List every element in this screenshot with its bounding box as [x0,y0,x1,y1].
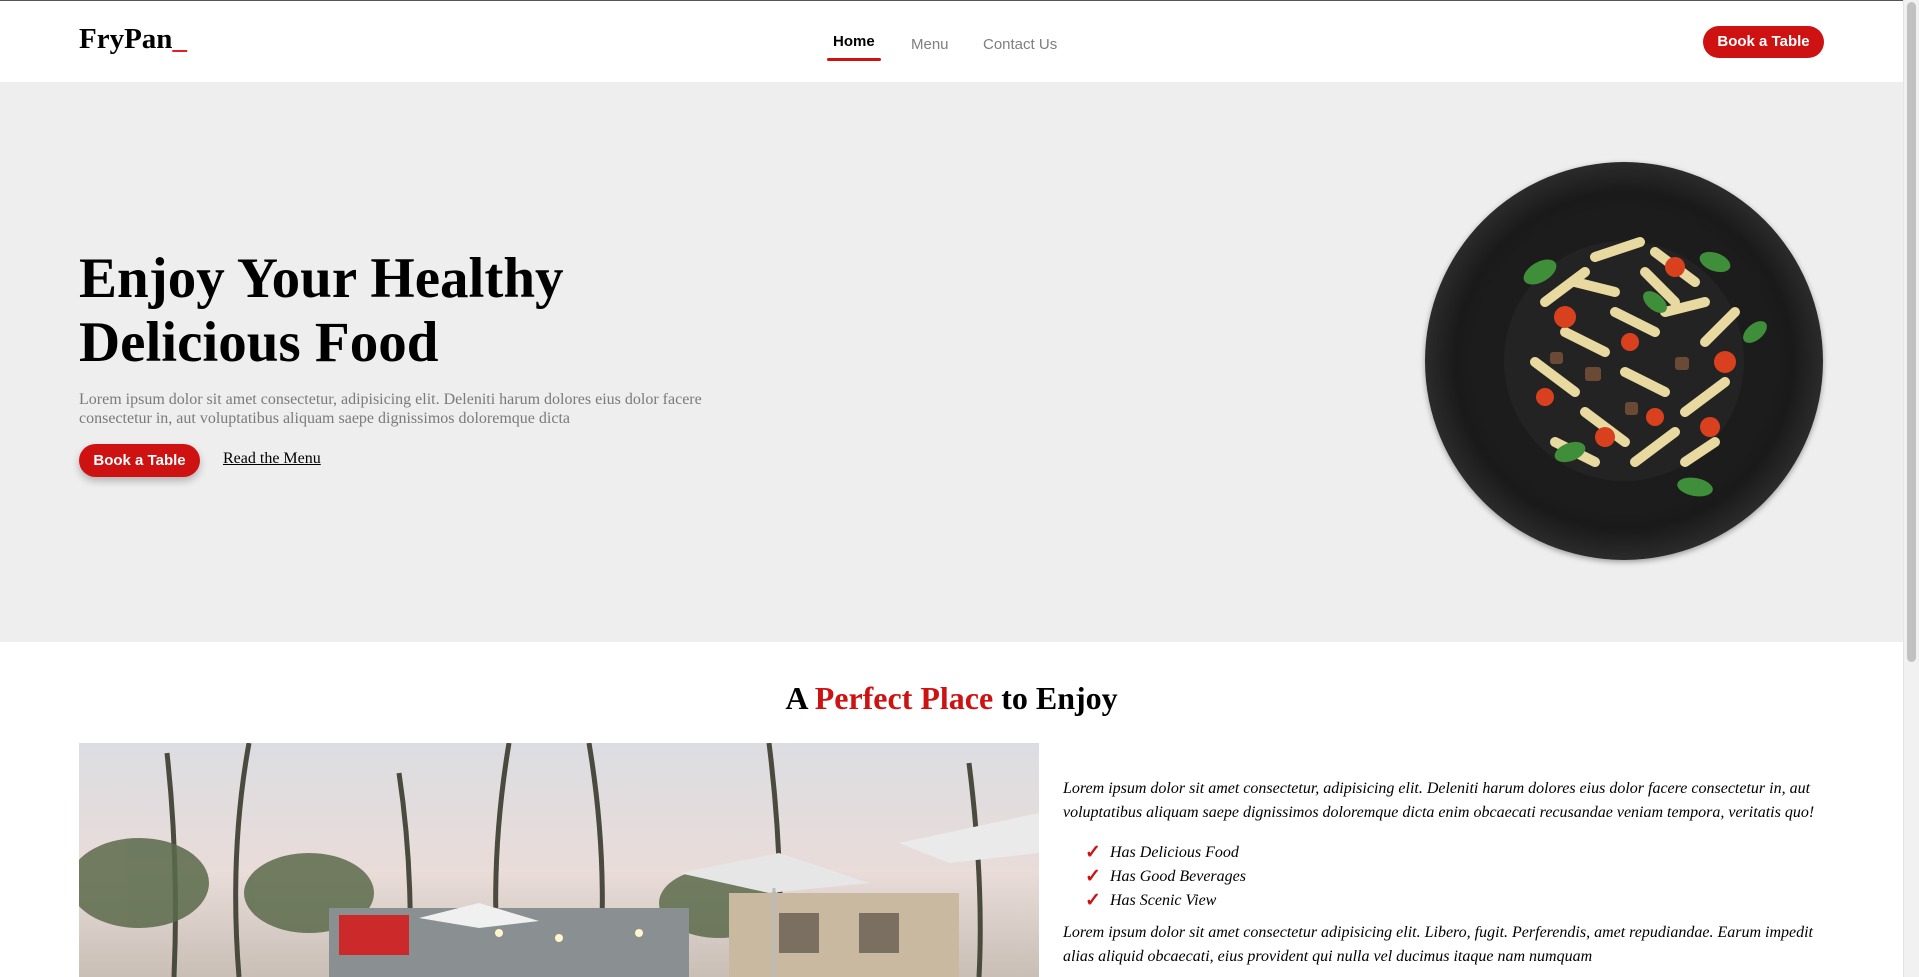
features-list: ✓ Has Delicious Food ✓ Has Good Beverages … [1085,841,1843,913]
hero-title: Enjoy Your Healthy Delicious Food [79,247,564,374]
about-paragraph-1: Lorem ipsum dolor sit amet consectetur, … [1063,780,1815,821]
venue-illustration [79,743,1039,977]
nav-home[interactable]: Home [827,33,881,61]
logo-text: FryPan [79,23,173,55]
restaurant-venue-image [79,743,1039,977]
feature-label: Has Good Beverages [1110,868,1246,885]
feature-label: Has Delicious Food [1110,844,1239,861]
nav-menu[interactable]: Menu [911,36,949,53]
page: FryPan_ Home Menu Contact Us Book a Tabl… [0,0,1903,977]
hero-section: Enjoy Your Healthy Delicious Food Lorem … [0,82,1903,642]
about-paragraph-2: Lorem ipsum dolor sit amet consectetur a… [1063,924,1813,965]
vertical-scrollbar[interactable] [1903,0,1919,977]
logo[interactable]: FryPan_ [79,23,187,56]
checkmark-icon: ✓ [1085,866,1101,887]
list-item: ✓ Has Delicious Food [1085,841,1843,865]
list-item: ✓ Has Good Beverages [1085,865,1843,889]
site-header: FryPan_ Home Menu Contact Us Book a Tabl… [0,1,1903,82]
about-content: Lorem ipsum dolor sit amet consectetur, … [1063,777,1843,969]
read-menu-link[interactable]: Read the Menu [223,450,321,468]
list-item: ✓ Has Scenic View [1085,889,1843,913]
nav-contact-us[interactable]: Contact Us [983,36,1057,53]
pasta-illustration [1474,211,1774,511]
hero-book-table-button[interactable]: Book a Table [79,444,200,477]
logo-cursor: _ [172,23,187,55]
checkmark-icon: ✓ [1085,842,1101,863]
title-prefix: A [785,680,807,716]
scrollbar-thumb[interactable] [1907,2,1916,662]
hero-description: Lorem ipsum dolor sit amet consectetur, … [79,391,702,427]
header-book-table-button[interactable]: Book a Table [1703,26,1824,58]
title-suffix: to Enjoy [1001,680,1118,716]
section-title: A Perfect Place to Enjoy [0,680,1903,717]
pasta-plate-image [1425,162,1823,560]
checkmark-icon: ✓ [1085,890,1101,911]
title-accent: Perfect Place [814,680,994,716]
feature-label: Has Scenic View [1110,892,1217,909]
